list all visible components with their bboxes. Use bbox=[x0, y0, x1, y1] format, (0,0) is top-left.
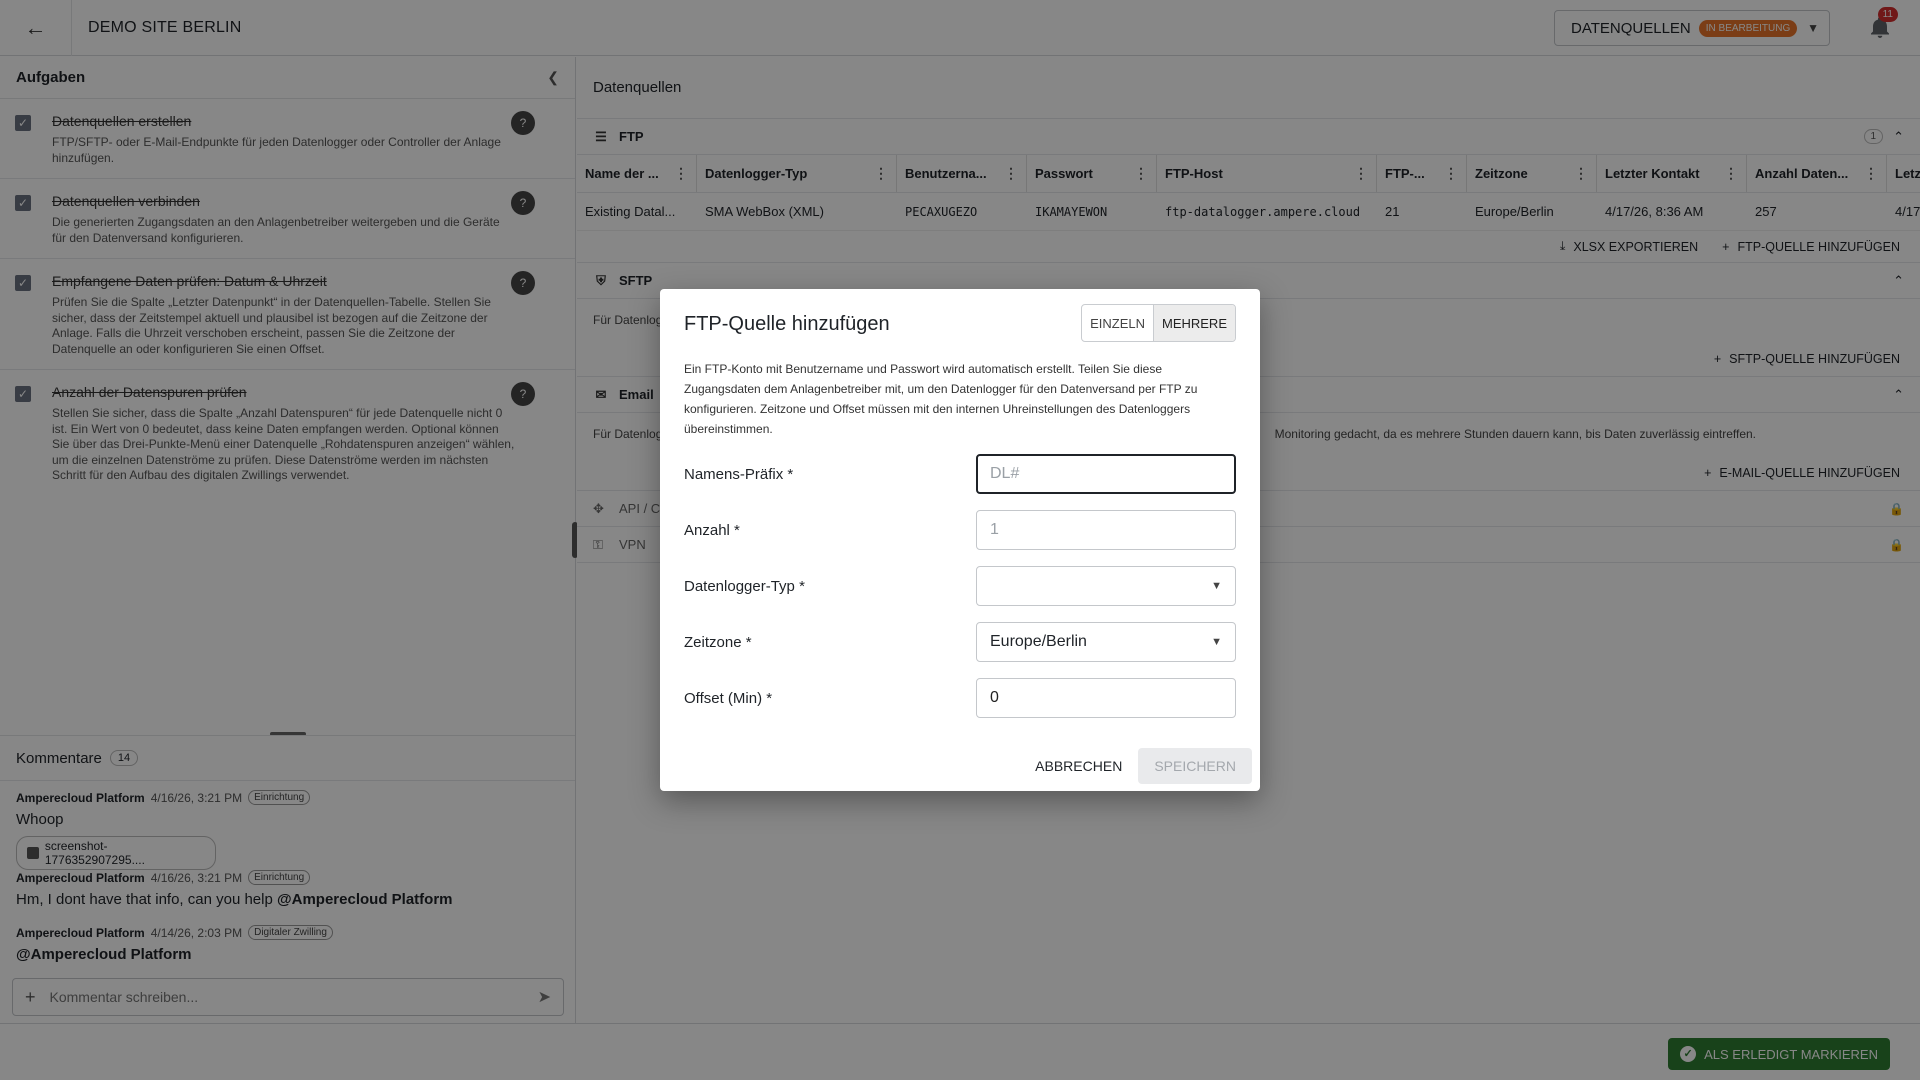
add-ftp-source-dialog: FTP-Quelle hinzufügen EINZELN MEHRERE Ei… bbox=[660, 289, 1260, 791]
prefix-input[interactable] bbox=[990, 465, 1222, 483]
dialog-title: FTP-Quelle hinzufügen bbox=[684, 313, 890, 335]
cancel-button[interactable]: ABBRECHEN bbox=[1035, 748, 1122, 784]
toggle-multiple[interactable]: MEHRERE bbox=[1152, 305, 1235, 341]
offset-row: Offset (Min) * bbox=[684, 678, 1236, 718]
count-field bbox=[976, 510, 1236, 550]
prefix-field bbox=[976, 454, 1236, 494]
toggle-single[interactable]: EINZELN bbox=[1082, 305, 1153, 341]
dialog-actions: ABBRECHEN SPEICHERN bbox=[1035, 748, 1252, 784]
save-button[interactable]: SPEICHERN bbox=[1138, 748, 1252, 784]
type-row: Datenlogger-Typ * ▼ bbox=[684, 566, 1236, 606]
caret-down-icon: ▼ bbox=[1211, 580, 1222, 592]
type-label: Datenlogger-Typ * bbox=[684, 577, 805, 595]
offset-field bbox=[976, 678, 1236, 718]
dialog-intro: Ein FTP-Konto mit Benutzername und Passw… bbox=[684, 362, 1198, 436]
prefix-row: Namens-Präfix * bbox=[684, 454, 1236, 494]
timezone-select[interactable]: Europe/Berlin ▼ bbox=[976, 622, 1236, 662]
count-input[interactable] bbox=[990, 521, 1222, 539]
mode-toggle: EINZELN MEHRERE bbox=[1081, 304, 1236, 342]
timezone-row: Zeitzone * Europe/Berlin ▼ bbox=[684, 622, 1236, 662]
caret-down-icon: ▼ bbox=[1211, 636, 1222, 648]
prefix-label: Namens-Präfix * bbox=[684, 465, 794, 483]
offset-input[interactable] bbox=[990, 689, 1222, 707]
offset-label: Offset (Min) * bbox=[684, 689, 773, 707]
count-row: Anzahl * bbox=[684, 510, 1236, 550]
count-label: Anzahl * bbox=[684, 521, 740, 539]
logger-type-select[interactable]: ▼ bbox=[976, 566, 1236, 606]
timezone-label: Zeitzone * bbox=[684, 633, 752, 651]
timezone-value: Europe/Berlin bbox=[990, 633, 1087, 650]
